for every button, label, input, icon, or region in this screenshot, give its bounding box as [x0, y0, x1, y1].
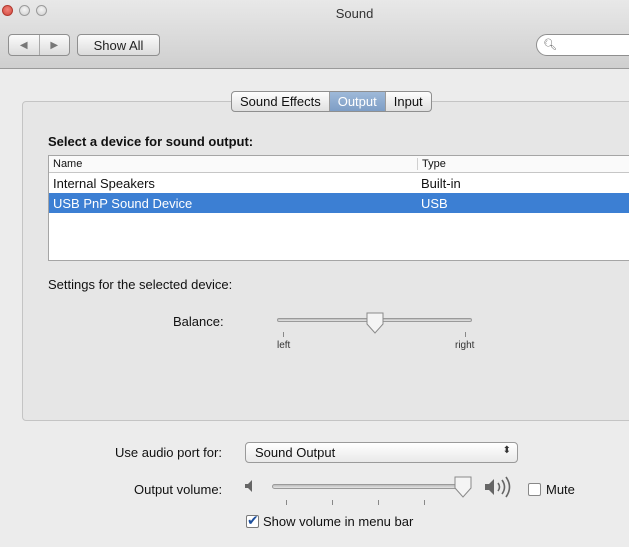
show-volume-checkbox[interactable]: ✔: [246, 512, 259, 528]
balance-right-label: right: [455, 340, 475, 351]
column-header-type[interactable]: Type: [417, 158, 446, 170]
table-row[interactable]: Internal Speakers Built-in: [49, 173, 629, 193]
updown-arrows-icon: ⬍: [502, 445, 511, 456]
device-type: Built-in: [421, 176, 461, 191]
balance-tick-right: [465, 332, 466, 337]
volume-slider-knob[interactable]: [454, 476, 472, 498]
balance-label: Balance:: [173, 314, 224, 329]
table-header: Name Type: [49, 156, 629, 173]
forward-button[interactable]: ▶: [38, 35, 70, 55]
balance-left-label: left: [277, 340, 291, 351]
device-name: USB PnP Sound Device: [53, 196, 193, 211]
settings-label: Settings for the selected device:: [48, 277, 233, 292]
balance-tick-left: [283, 332, 284, 337]
audio-port-select[interactable]: Sound Output ⬍: [245, 442, 518, 463]
window-titlebar: Sound ◀ ▶ Show All 🔍︎: [0, 0, 629, 69]
speaker-high-icon: [485, 476, 511, 498]
tab-sound-effects[interactable]: Sound Effects: [232, 92, 329, 111]
select-device-label: Select a device for sound output:: [48, 134, 254, 149]
back-button[interactable]: ◀: [9, 35, 39, 55]
balance-slider-knob[interactable]: [366, 312, 384, 334]
audio-port-label: Use audio port for:: [115, 445, 222, 460]
table-row-selected[interactable]: USB PnP Sound Device USB: [49, 193, 629, 213]
output-volume-label: Output volume:: [134, 482, 223, 497]
volume-tick: [286, 500, 287, 505]
tab-input[interactable]: Input: [384, 92, 431, 111]
output-panel: [22, 101, 629, 421]
mute-checkbox[interactable]: [528, 483, 541, 496]
window-title: Sound: [335, 6, 374, 21]
back-forward-control: ◀ ▶: [8, 34, 70, 56]
tab-bar: Sound Effects Output Input: [231, 91, 432, 112]
speaker-low-icon: [245, 480, 252, 492]
show-all-button[interactable]: Show All: [77, 34, 160, 56]
show-volume-label[interactable]: Show volume in menu bar: [263, 514, 413, 529]
tab-output[interactable]: Output: [328, 92, 385, 111]
checkmark-icon: ✔: [247, 512, 259, 528]
output-device-table[interactable]: Name Type Internal Speakers Built-in USB…: [48, 155, 629, 261]
mute-label[interactable]: Mute: [546, 482, 575, 497]
search-field[interactable]: 🔍︎: [536, 34, 629, 56]
device-type: USB: [421, 196, 448, 211]
search-icon: 🔍︎: [543, 39, 557, 51]
device-name: Internal Speakers: [53, 176, 155, 191]
volume-slider-track[interactable]: [272, 484, 465, 489]
volume-tick: [378, 500, 379, 505]
volume-tick: [424, 500, 425, 505]
volume-tick: [332, 500, 333, 505]
column-header-name[interactable]: Name: [53, 158, 82, 170]
audio-port-value: Sound Output: [255, 445, 336, 460]
